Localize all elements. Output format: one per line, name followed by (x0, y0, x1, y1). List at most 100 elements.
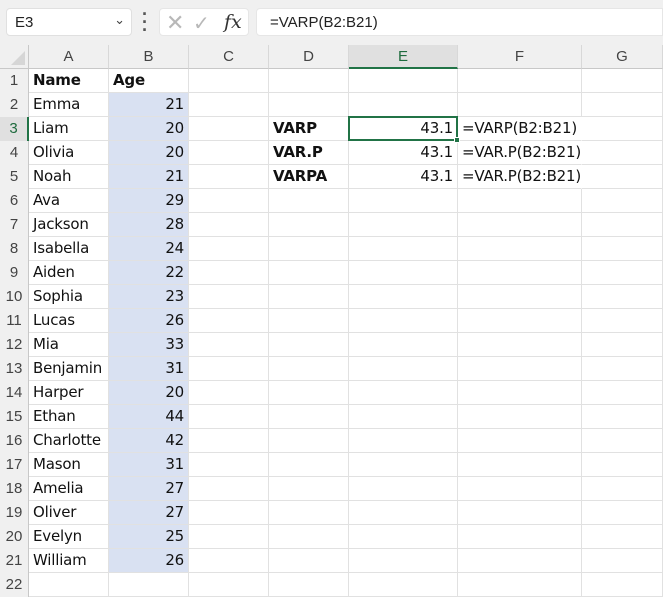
cell-g17[interactable] (582, 453, 663, 477)
cell-b17[interactable]: 31 (109, 453, 189, 477)
cell-g2[interactable] (582, 93, 663, 117)
cell-b14[interactable]: 20 (109, 381, 189, 405)
select-all-button[interactable] (0, 45, 29, 69)
cell-g12[interactable] (582, 333, 663, 357)
cell-e14[interactable] (349, 381, 458, 405)
cell-f17[interactable] (458, 453, 582, 477)
cell-d18[interactable] (269, 477, 349, 501)
cell-g15[interactable] (582, 405, 663, 429)
cell-a10[interactable]: Sophia (29, 285, 109, 309)
row-header-6[interactable]: 6 (0, 189, 29, 213)
cell-e17[interactable] (349, 453, 458, 477)
cell-d6[interactable] (269, 189, 349, 213)
formula-input[interactable]: =VARP(B2:B21) (256, 8, 663, 36)
cell-g3[interactable] (582, 117, 663, 141)
cell-c10[interactable] (189, 285, 269, 309)
cell-a17[interactable]: Mason (29, 453, 109, 477)
cell-a18[interactable]: Amelia (29, 477, 109, 501)
cell-c19[interactable] (189, 501, 269, 525)
cell-g9[interactable] (582, 261, 663, 285)
row-header-21[interactable]: 21 (0, 549, 29, 573)
cell-f18[interactable] (458, 477, 582, 501)
cell-b15[interactable]: 44 (109, 405, 189, 429)
cell-a8[interactable]: Isabella (29, 237, 109, 261)
row-header-12[interactable]: 12 (0, 333, 29, 357)
cell-g16[interactable] (582, 429, 663, 453)
row-header-8[interactable]: 8 (0, 237, 29, 261)
cell-f10[interactable] (458, 285, 582, 309)
cell-b19[interactable]: 27 (109, 501, 189, 525)
cell-g6[interactable] (582, 189, 663, 213)
cell-c5[interactable] (189, 165, 269, 189)
row-header-9[interactable]: 9 (0, 261, 29, 285)
cell-d5[interactable]: VARPA (269, 165, 349, 189)
cell-f9[interactable] (458, 261, 582, 285)
cell-c16[interactable] (189, 429, 269, 453)
cell-d9[interactable] (269, 261, 349, 285)
cell-e22[interactable] (349, 573, 458, 597)
cell-g19[interactable] (582, 501, 663, 525)
cell-d13[interactable] (269, 357, 349, 381)
cell-g10[interactable] (582, 285, 663, 309)
cell-g8[interactable] (582, 237, 663, 261)
cell-e15[interactable] (349, 405, 458, 429)
row-header-19[interactable]: 19 (0, 501, 29, 525)
cell-f2[interactable] (458, 93, 582, 117)
cell-g1[interactable] (582, 69, 663, 93)
cell-g18[interactable] (582, 477, 663, 501)
cell-a3[interactable]: Liam (29, 117, 109, 141)
cell-a12[interactable]: Mia (29, 333, 109, 357)
cell-d12[interactable] (269, 333, 349, 357)
cell-e6[interactable] (349, 189, 458, 213)
cancel-icon[interactable]: ✕ (166, 10, 184, 36)
cell-c17[interactable] (189, 453, 269, 477)
cell-d19[interactable] (269, 501, 349, 525)
cell-c1[interactable] (189, 69, 269, 93)
cell-e1[interactable] (349, 69, 458, 93)
row-header-1[interactable]: 1 (0, 69, 29, 93)
column-header-a[interactable]: A (29, 45, 109, 69)
cell-c12[interactable] (189, 333, 269, 357)
cell-b9[interactable]: 22 (109, 261, 189, 285)
cell-c18[interactable] (189, 477, 269, 501)
cell-f20[interactable] (458, 525, 582, 549)
cell-b6[interactable]: 29 (109, 189, 189, 213)
cell-e19[interactable] (349, 501, 458, 525)
cell-f5[interactable]: =VAR.P(B2:B21) (458, 165, 582, 189)
column-header-e[interactable]: E (349, 45, 458, 69)
cell-d15[interactable] (269, 405, 349, 429)
cell-a5[interactable]: Noah (29, 165, 109, 189)
cell-e4[interactable]: 43.1 (349, 141, 458, 165)
cell-f3[interactable]: =VARP(B2:B21) (458, 117, 582, 141)
cell-c9[interactable] (189, 261, 269, 285)
cell-d17[interactable] (269, 453, 349, 477)
cell-f7[interactable] (458, 213, 582, 237)
cell-b1[interactable]: Age (109, 69, 189, 93)
cell-b13[interactable]: 31 (109, 357, 189, 381)
column-header-f[interactable]: F (458, 45, 582, 69)
row-header-22[interactable]: 22 (0, 573, 29, 597)
cell-b5[interactable]: 21 (109, 165, 189, 189)
cell-d8[interactable] (269, 237, 349, 261)
cell-c7[interactable] (189, 213, 269, 237)
cell-g21[interactable] (582, 549, 663, 573)
cell-a15[interactable]: Ethan (29, 405, 109, 429)
cell-e10[interactable] (349, 285, 458, 309)
cell-b7[interactable]: 28 (109, 213, 189, 237)
column-header-b[interactable]: B (109, 45, 189, 69)
cell-e11[interactable] (349, 309, 458, 333)
column-header-g[interactable]: G (582, 45, 663, 69)
cell-b2[interactable]: 21 (109, 93, 189, 117)
cell-e12[interactable] (349, 333, 458, 357)
cell-c6[interactable] (189, 189, 269, 213)
cell-b4[interactable]: 20 (109, 141, 189, 165)
cell-g13[interactable] (582, 357, 663, 381)
column-header-d[interactable]: D (269, 45, 349, 69)
cell-d3[interactable]: VARP (269, 117, 349, 141)
cell-d22[interactable] (269, 573, 349, 597)
cell-e18[interactable] (349, 477, 458, 501)
cell-c2[interactable] (189, 93, 269, 117)
enter-icon[interactable]: ✓ (193, 11, 210, 36)
cell-b12[interactable]: 33 (109, 333, 189, 357)
cell-g5[interactable] (582, 165, 663, 189)
